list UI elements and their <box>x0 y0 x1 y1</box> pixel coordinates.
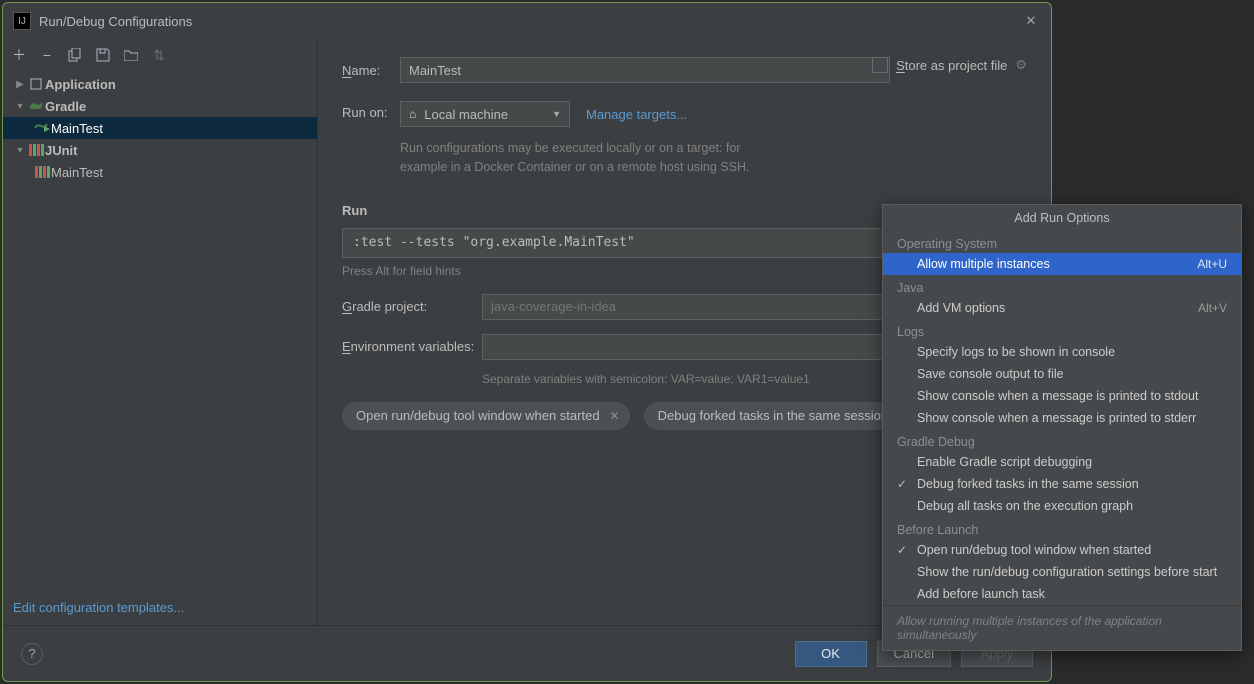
popup-item-label: Add VM options <box>917 301 1005 315</box>
popup-item[interactable]: Allow multiple instances Alt+U <box>883 253 1241 275</box>
folder-icon[interactable] <box>123 47 139 63</box>
config-tree: ▶ Application ▾ Gradle MainTest ▾ JUnit <box>3 71 317 592</box>
manage-targets-link[interactable]: Manage targets... <box>586 107 687 122</box>
close-icon[interactable]: ✕ <box>610 409 620 423</box>
popup-item[interactable]: Debug forked tasks in the same session <box>883 473 1241 495</box>
env-label: Environment variables: <box>342 339 482 354</box>
popup-item[interactable]: Add VM options Alt+V <box>883 297 1241 319</box>
config-sidebar: ＋ − ⇅ ▶ Application ▾ Gradle <box>3 39 318 625</box>
tree-label: Gradle <box>45 99 86 114</box>
edit-templates-link[interactable]: Edit configuration templates... <box>13 600 184 615</box>
popup-item[interactable]: Show console when a message is printed t… <box>883 407 1241 429</box>
gradle-icon <box>27 100 45 112</box>
popup-item-label: Debug all tasks on the execution graph <box>917 499 1133 513</box>
popup-item-label: Specify logs to be shown in console <box>917 345 1115 359</box>
tree-node-junit[interactable]: ▾ JUnit <box>3 139 317 161</box>
popup-item[interactable]: Show console when a message is printed t… <box>883 385 1241 407</box>
chip-open-tool-window[interactable]: Open run/debug tool window when started … <box>342 402 630 430</box>
tree-node-application[interactable]: ▶ Application <box>3 73 317 95</box>
tree-node-junit-maintest[interactable]: MainTest <box>3 161 317 183</box>
app-icon: IJ <box>13 12 31 30</box>
tree-label: JUnit <box>45 143 78 158</box>
popup-group-label: Gradle Debug <box>883 429 1241 451</box>
popup-item-label: Show the run/debug configuration setting… <box>917 565 1217 579</box>
runon-hint: Run configurations may be executed local… <box>400 139 749 177</box>
popup-footer-hint: Allow running multiple instances of the … <box>883 605 1241 650</box>
close-icon[interactable]: ✕ <box>1021 11 1041 31</box>
runon-select[interactable]: ⌂Local machine ▼ <box>400 101 570 127</box>
help-icon[interactable]: ? <box>21 643 43 665</box>
junit-icon <box>33 166 51 178</box>
tree-label: MainTest <box>51 121 103 136</box>
popup-item[interactable]: Specify logs to be shown in console <box>883 341 1241 363</box>
name-label: Name: <box>342 63 400 78</box>
popup-item[interactable]: Debug all tasks on the execution graph <box>883 495 1241 517</box>
popup-item[interactable]: Open run/debug tool window when started <box>883 539 1241 561</box>
popup-group-label: Operating System <box>883 231 1241 253</box>
runon-label: Run on: <box>342 101 400 120</box>
popup-group-label: Before Launch <box>883 517 1241 539</box>
popup-item-label: Save console output to file <box>917 367 1064 381</box>
popup-group-label: Logs <box>883 319 1241 341</box>
sidebar-toolbar: ＋ − ⇅ <box>3 39 317 71</box>
popup-item[interactable]: Add before launch task <box>883 583 1241 605</box>
checkbox[interactable] <box>872 57 888 73</box>
popup-item-label: Show console when a message is printed t… <box>917 411 1196 425</box>
save-icon[interactable] <box>95 47 111 63</box>
sort-icon[interactable]: ⇅ <box>151 47 167 63</box>
popup-item-label: Enable Gradle script debugging <box>917 455 1092 469</box>
chip-debug-forked[interactable]: Debug forked tasks in the same session ✕ <box>644 402 919 430</box>
add-run-options-popup: Add Run Options Operating SystemAllow mu… <box>882 204 1242 651</box>
tree-node-gradle[interactable]: ▾ Gradle <box>3 95 317 117</box>
chevron-down-icon: ▾ <box>13 145 27 156</box>
gear-icon[interactable]: ⚙ <box>1015 57 1027 73</box>
gradle-project-label: Gradle project: <box>342 299 482 314</box>
ok-button[interactable]: OK <box>795 641 867 667</box>
titlebar: IJ Run/Debug Configurations ✕ <box>3 3 1051 39</box>
run-section-title: Run <box>342 203 367 218</box>
popup-item-shortcut: Alt+U <box>1197 257 1227 271</box>
application-icon <box>27 77 45 91</box>
tree-label: MainTest <box>51 165 103 180</box>
home-icon: ⌂ <box>409 107 416 121</box>
runon-row: Run on: ⌂Local machine ▼ Manage targets.… <box>342 101 1027 177</box>
tree-label: Application <box>45 77 116 92</box>
popup-item[interactable]: Enable Gradle script debugging <box>883 451 1241 473</box>
junit-icon <box>27 144 45 156</box>
popup-item-label: Show console when a message is printed t… <box>917 389 1198 403</box>
add-icon[interactable]: ＋ <box>11 47 27 63</box>
dialog-title: Run/Debug Configurations <box>39 14 1021 29</box>
chevron-down-icon: ▼ <box>552 109 561 119</box>
chevron-down-icon: ▾ <box>13 101 27 112</box>
popup-item-shortcut: Alt+V <box>1198 301 1227 315</box>
gradle-run-icon <box>33 122 51 134</box>
remove-icon[interactable]: − <box>39 47 55 63</box>
popup-item-label: Allow multiple instances <box>917 257 1050 271</box>
popup-title: Add Run Options <box>883 205 1241 231</box>
popup-group-label: Java <box>883 275 1241 297</box>
tree-node-gradle-maintest[interactable]: MainTest <box>3 117 317 139</box>
popup-item-label: Debug forked tasks in the same session <box>917 477 1139 491</box>
sidebar-footer: Edit configuration templates... <box>3 592 317 625</box>
chevron-right-icon: ▶ <box>13 79 27 90</box>
popup-item-label: Open run/debug tool window when started <box>917 543 1151 557</box>
copy-icon[interactable] <box>67 47 83 63</box>
popup-item[interactable]: Show the run/debug configuration setting… <box>883 561 1241 583</box>
popup-item-label: Add before launch task <box>917 587 1045 601</box>
store-as-project-file[interactable]: Store as project file ⚙ <box>872 57 1027 73</box>
store-label: Store as project file <box>896 58 1007 73</box>
name-input[interactable] <box>400 57 890 83</box>
popup-item[interactable]: Save console output to file <box>883 363 1241 385</box>
popup-body: Operating SystemAllow multiple instances… <box>883 231 1241 605</box>
